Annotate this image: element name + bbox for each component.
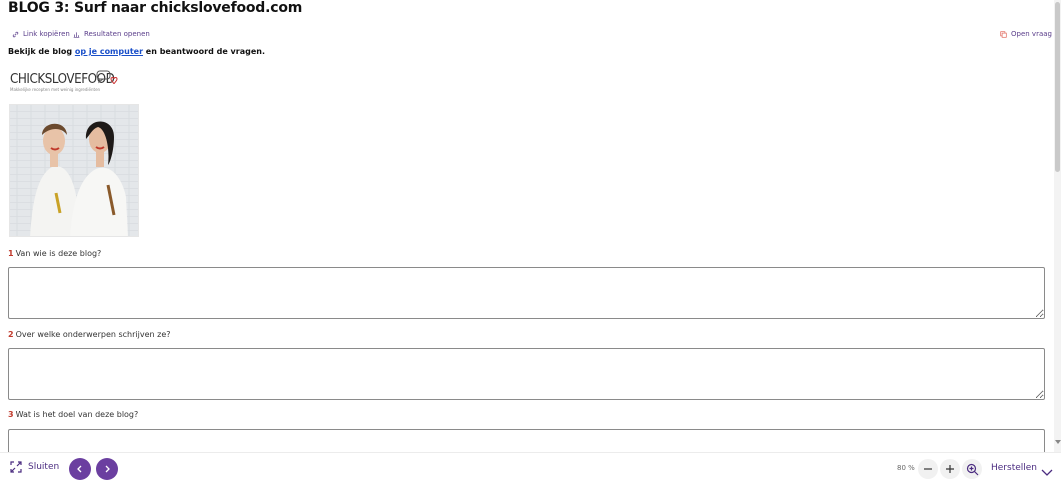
scroll-down-icon[interactable] [1055, 440, 1061, 444]
answer-2-input[interactable] [8, 348, 1045, 400]
open-results-label: Resultaten openen [84, 30, 150, 38]
zoom-level: 80 % [897, 464, 915, 472]
minus-icon [924, 468, 932, 470]
vertical-scrollbar[interactable] [1054, 0, 1061, 452]
zoom-out-button[interactable] [918, 459, 938, 479]
question-number: 1 [8, 249, 14, 258]
copy-link-button[interactable]: Link kopiëren [12, 30, 70, 38]
chevron-down-icon [1041, 469, 1053, 476]
answer-1-input[interactable] [8, 267, 1045, 319]
collapse-button[interactable] [1041, 462, 1053, 481]
reset-zoom-button[interactable]: Herstellen [991, 463, 1037, 473]
open-question-icon [1000, 30, 1007, 38]
computer-link[interactable]: op je computer [75, 47, 143, 56]
question-2-label: 2 Over welke onderwerpen schrijven ze? [8, 330, 171, 339]
open-question-badge: Open vraag [1000, 30, 1052, 38]
link-icon [12, 31, 19, 37]
scrollbar-thumb[interactable] [1055, 2, 1060, 172]
blog-logo: CHICKSLOVEFOOD Makkelijke recepten met w… [10, 68, 120, 96]
bar-chart-icon [73, 31, 80, 38]
question-3-label: 3 Wat is het doel van deze blog? [8, 410, 138, 419]
next-button[interactable] [96, 458, 118, 480]
worksheet-content: BLOG 3: Surf naar chickslovefood.com Lin… [0, 0, 1054, 452]
question-1-label: 1 Van wie is deze blog? [8, 249, 101, 258]
question-text: Van wie is deze blog? [15, 249, 102, 258]
chevron-left-icon [77, 465, 82, 473]
plus-icon [946, 465, 954, 473]
previous-button[interactable] [69, 458, 91, 480]
instruction-text: Bekijk de blog op je computer en beantwo… [8, 47, 265, 56]
logo-tagline: Makkelijke recepten met weinig ingrediën… [10, 87, 101, 92]
open-question-label: Open vraag [1011, 30, 1052, 38]
question-number: 2 [8, 330, 14, 339]
chat-bubble-icon [96, 70, 118, 85]
footer-bar: Sluiten 80 % Herstellen [0, 452, 1061, 484]
page-title: BLOG 3: Surf naar chickslovefood.com [8, 0, 303, 16]
zoom-magnifier-icon [966, 463, 978, 475]
blog-authors-photo [9, 104, 139, 237]
question-number: 3 [8, 410, 14, 419]
question-text: Over welke onderwerpen schrijven ze? [15, 330, 171, 339]
zoom-in-button[interactable] [940, 459, 960, 479]
chevron-right-icon [105, 465, 110, 473]
answer-3-input[interactable] [8, 429, 1045, 452]
close-label: Sluiten [28, 462, 60, 472]
open-results-button[interactable]: Resultaten openen [73, 30, 150, 38]
question-text: Wat is het doel van deze blog? [15, 410, 139, 419]
shrink-icon [10, 461, 22, 473]
close-button[interactable]: Sluiten [10, 461, 59, 473]
copy-link-label: Link kopiëren [23, 30, 70, 38]
magnifier-button[interactable] [962, 459, 982, 479]
